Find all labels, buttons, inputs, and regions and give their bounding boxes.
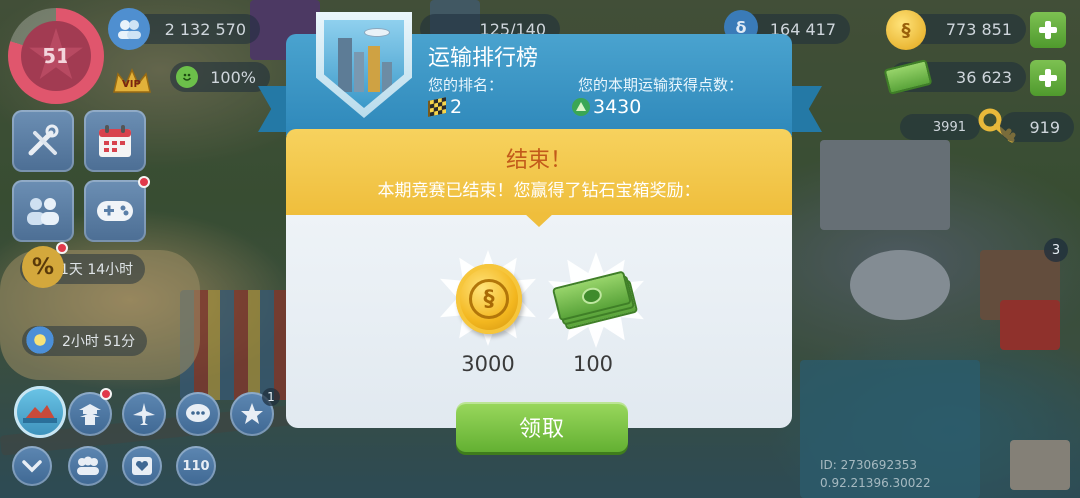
end-title: 结束！ — [505, 148, 572, 173]
smiley-icon — [176, 66, 198, 88]
tower — [338, 38, 352, 92]
vip-label: VIP — [122, 79, 141, 90]
happiness-value: 100% — [210, 67, 256, 87]
side-badge-value: 3 — [1051, 242, 1061, 258]
map-button[interactable] — [14, 386, 66, 438]
notification-dot — [56, 242, 68, 254]
points-display: 3430 — [572, 96, 641, 118]
collapse-button[interactable] — [12, 446, 52, 486]
tower — [368, 46, 380, 92]
tools-button[interactable] — [12, 110, 74, 172]
buildings-count-label: 110 — [182, 458, 210, 474]
version-text: 0.92.21396.30022 — [820, 476, 931, 490]
vip-badge[interactable]: VIP — [108, 66, 156, 100]
blimp-icon — [364, 28, 390, 37]
level-star-icon: 51 — [29, 28, 83, 79]
modal-title: 运输排行榜 — [428, 46, 539, 71]
reward-simcash-value: 100 — [572, 352, 614, 376]
star-icon — [241, 403, 263, 424]
island-icon — [23, 405, 57, 423]
club-members-icon — [77, 456, 99, 475]
add-simoleons-button[interactable] — [1030, 12, 1066, 48]
clubs-button[interactable] — [68, 446, 108, 486]
simoleons-value: 773 851 — [945, 19, 1012, 39]
notification-dot — [138, 176, 150, 188]
simoleon-coin-small-icon: § — [886, 10, 926, 50]
transport-points-icon — [572, 98, 590, 116]
airport-button[interactable] — [122, 392, 166, 436]
simoleon-coin-icon: § — [456, 264, 522, 334]
event-timer-value: 2小时 51分 — [62, 334, 136, 350]
claim-button[interactable]: 领取 — [456, 402, 628, 452]
coin-symbol: § — [469, 279, 509, 319]
checkered-flag-icon — [428, 97, 446, 117]
level-value: 51 — [42, 44, 70, 68]
sale-timer-value: 1天 14小时 — [60, 262, 134, 278]
calendar-icon — [99, 125, 131, 157]
tower — [354, 52, 364, 92]
add-simcash-button[interactable] — [1030, 60, 1066, 96]
heart-tablet-icon — [132, 457, 152, 475]
end-message: 本期竞赛已结束！您赢得了钻石宝箱奖励： — [377, 181, 701, 201]
design-button[interactable] — [122, 446, 162, 486]
badge-count-value: 1 — [267, 390, 275, 404]
chevron-down-icon — [22, 460, 42, 473]
rank-value: 2 — [450, 96, 463, 118]
pagoda-icon — [79, 404, 101, 425]
rewards-panel — [286, 215, 792, 428]
rank-display: 2 — [428, 96, 462, 118]
golden-keys-bar: 3991 — [900, 114, 980, 140]
reward-simoleons-value: 3000 — [461, 352, 515, 376]
rank-label: 您的排名： — [428, 76, 504, 94]
flower-icon — [24, 324, 56, 356]
player-id: ID: 2730692353 — [820, 458, 917, 472]
buildings-count-button[interactable]: 110 — [176, 446, 216, 486]
keys-bar: 919 — [1000, 112, 1074, 142]
contest-button[interactable] — [84, 180, 146, 242]
claim-button-label: 领取 — [518, 417, 565, 442]
airplane-icon — [133, 403, 155, 425]
chat-button[interactable] — [176, 392, 220, 436]
people-group-icon — [27, 198, 59, 225]
friends-button[interactable] — [12, 180, 74, 242]
points-value: 3430 — [593, 96, 642, 118]
level-indicator[interactable]: 51 — [8, 8, 104, 104]
keys-value: 919 — [1029, 117, 1060, 137]
calendar-button[interactable] — [84, 110, 146, 172]
simcash-value: 36 623 — [956, 67, 1012, 87]
notification-dot — [100, 388, 112, 400]
points-label: 您的本期运输获得点数： — [578, 76, 744, 94]
level-inner: 51 — [21, 21, 91, 91]
badge-count: 1 — [262, 388, 280, 406]
population-icon — [108, 8, 150, 50]
golden-keys-value: 3991 — [932, 119, 966, 135]
population-value: 2 132 570 — [164, 19, 246, 39]
tower — [382, 62, 392, 92]
chat-bubble-icon — [186, 404, 210, 422]
wrench-screwdriver-icon — [28, 124, 59, 156]
side-badge: 3 — [1044, 238, 1068, 262]
gamepad-icon — [97, 201, 133, 221]
